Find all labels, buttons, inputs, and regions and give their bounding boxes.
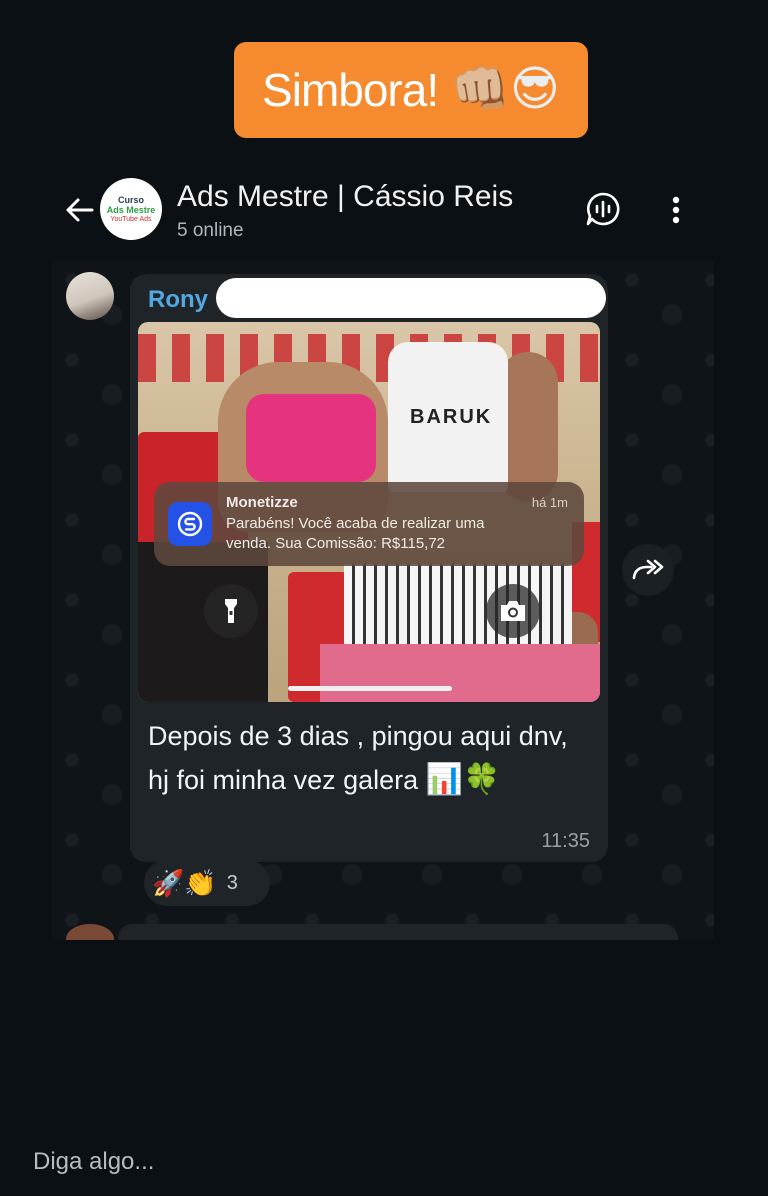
monetizze-logo-icon xyxy=(168,502,212,546)
photo-pink-top xyxy=(246,394,376,482)
reaction-count: 3 xyxy=(226,871,238,894)
photo-tank-print: BARUK xyxy=(410,406,493,428)
reactions-pill[interactable]: 🚀👏 3 xyxy=(144,860,270,906)
story-sticker: Simbora! 👊🏼😎 xyxy=(234,42,588,138)
home-indicator xyxy=(288,686,452,691)
voice-chat-icon[interactable] xyxy=(584,190,622,228)
notification-body: Parabéns! Você acaba de realizar uma ven… xyxy=(226,515,485,552)
photo-pink-table xyxy=(320,644,600,702)
sticker-text: Simbora! xyxy=(262,64,439,116)
avatar-line2: Ads Mestre xyxy=(106,204,156,215)
flashlight-icon xyxy=(204,584,258,638)
next-message-peek xyxy=(118,924,678,940)
sender-avatar[interactable] xyxy=(66,272,114,320)
more-vertical-icon[interactable] xyxy=(660,190,692,230)
group-title[interactable]: Ads Mestre | Cássio Reis xyxy=(177,180,513,214)
message-bubble[interactable]: Rony BARUK Monetizze há 1m Parabéns! Voc… xyxy=(130,274,608,862)
caption-emojis: 📊🍀 xyxy=(425,763,501,796)
group-avatar[interactable]: Curso Ads Mestre YouTube Ads xyxy=(100,178,162,240)
group-status: 5 online xyxy=(177,220,244,241)
reaction-emojis: 🚀👏 xyxy=(152,868,217,898)
notification-time: há 1m xyxy=(531,495,568,510)
sender-name[interactable]: Rony xyxy=(148,286,208,314)
message-caption: Depois de 3 dias , pingou aqui dnv, hj f… xyxy=(148,714,588,802)
avatar-line3: YouTube Ads xyxy=(110,215,152,223)
redaction-scribble xyxy=(216,278,606,318)
back-arrow-icon[interactable] xyxy=(62,192,98,228)
chat-header: Curso Ads Mestre YouTube Ads Ads Mestre … xyxy=(0,170,768,250)
reply-input-placeholder[interactable]: Diga algo... xyxy=(33,1148,154,1176)
camera-icon xyxy=(486,584,540,638)
forward-icon[interactable] xyxy=(622,544,674,596)
caption-text: Depois de 3 dias , pingou aqui dnv, hj f… xyxy=(148,721,568,795)
next-sender-avatar xyxy=(66,924,114,940)
message-photo[interactable]: BARUK Monetizze há 1m Parabéns! Você aca… xyxy=(138,322,600,702)
sticker-emojis: 👊🏼😎 xyxy=(450,63,560,116)
sale-notification: Monetizze há 1m Parabéns! Você acaba de … xyxy=(154,482,584,566)
message-time: 11:35 xyxy=(541,830,590,852)
chat-area[interactable]: Rony BARUK Monetizze há 1m Parabéns! Voc… xyxy=(52,260,714,940)
avatar-line1: Curso xyxy=(117,194,144,205)
notification-app-name: Monetizze xyxy=(226,494,298,511)
